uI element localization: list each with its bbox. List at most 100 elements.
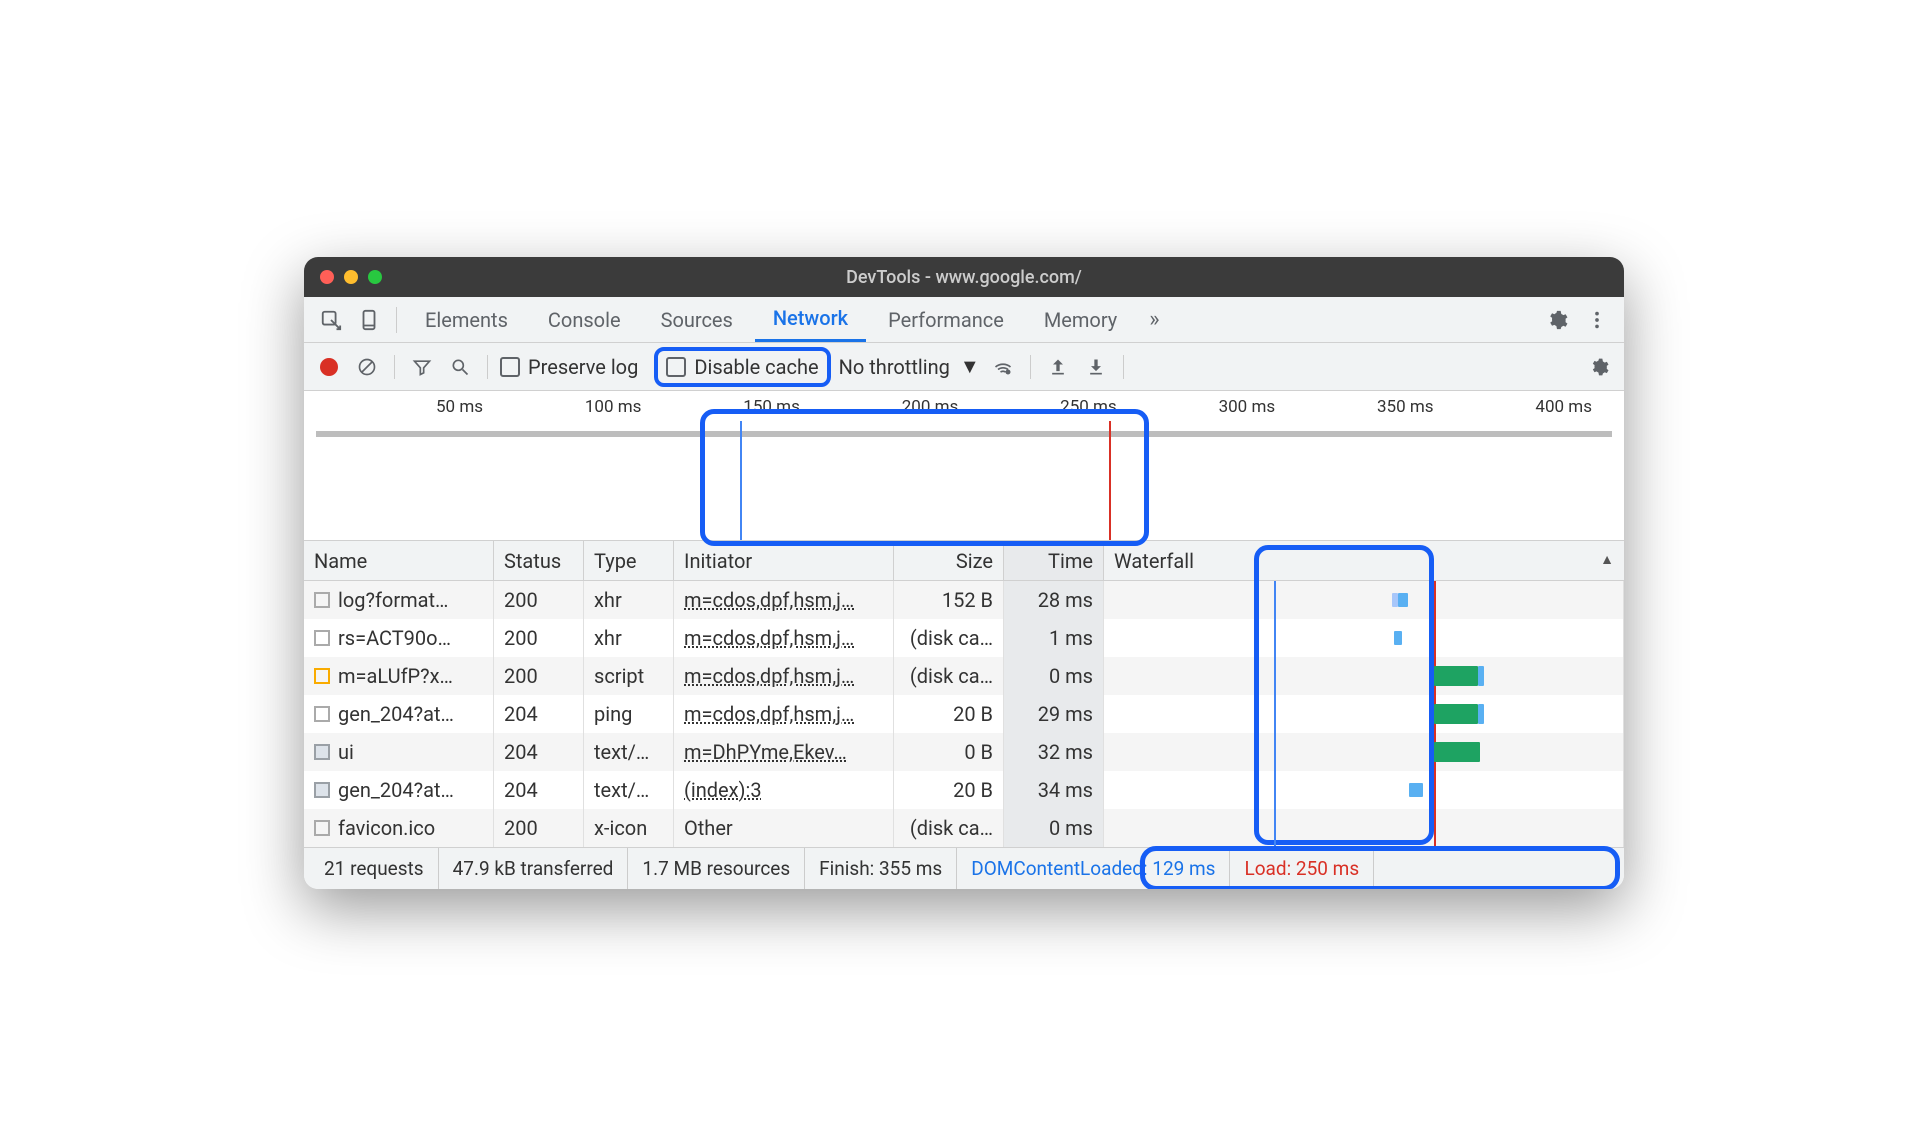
request-type: script xyxy=(584,657,674,695)
request-type: text/… xyxy=(584,771,674,809)
settings-icon[interactable] xyxy=(1540,303,1574,337)
col-size[interactable]: Size xyxy=(894,541,1004,580)
tab-elements[interactable]: Elements xyxy=(407,297,526,342)
window-title: DevTools - www.google.com/ xyxy=(320,267,1608,288)
request-time: 0 ms xyxy=(1004,809,1104,847)
table-row[interactable]: ui 204 text/… m=DhPYme,Ekev… 0 B 32 ms xyxy=(304,733,1624,771)
request-status: 200 xyxy=(494,619,584,657)
kebab-menu-icon[interactable] xyxy=(1580,303,1614,337)
network-toolbar: Preserve log Disable cache No throttling… xyxy=(304,343,1624,391)
request-initiator[interactable]: m=cdos,dpf,hsm,j… xyxy=(684,626,854,650)
tick-label: 250 ms xyxy=(1060,397,1117,417)
request-time: 1 ms xyxy=(1004,619,1104,657)
request-name: ui xyxy=(338,740,354,764)
table-row[interactable]: favicon.ico 200 x-icon Other (disk ca… 0… xyxy=(304,809,1624,847)
request-type: text/… xyxy=(584,733,674,771)
disable-cache-checkbox[interactable]: Disable cache xyxy=(654,347,830,387)
request-status: 200 xyxy=(494,581,584,619)
throttling-select[interactable]: No throttling ▼ xyxy=(839,354,980,379)
waterfall-cell xyxy=(1114,695,1613,733)
request-name: gen_204?at… xyxy=(338,778,454,802)
filter-icon[interactable] xyxy=(407,352,437,382)
col-initiator[interactable]: Initiator xyxy=(674,541,894,580)
minimize-window-button[interactable] xyxy=(344,270,358,284)
load-line xyxy=(1434,581,1436,619)
table-row[interactable]: gen_204?at… 204 ping m=cdos,dpf,hsm,j… 2… xyxy=(304,695,1624,733)
more-tabs-icon[interactable]: » xyxy=(1139,307,1169,332)
checkbox-icon xyxy=(500,357,520,377)
separator xyxy=(1030,355,1031,379)
maximize-window-button[interactable] xyxy=(368,270,382,284)
tab-console[interactable]: Console xyxy=(530,297,639,342)
request-time: 0 ms xyxy=(1004,657,1104,695)
request-size: 20 B xyxy=(894,771,1004,809)
tick-label: 300 ms xyxy=(1219,397,1276,417)
preserve-log-label: Preserve log xyxy=(528,355,638,379)
request-size: 20 B xyxy=(894,695,1004,733)
waterfall-cell xyxy=(1114,809,1613,847)
footer-dcl: DOMContentLoaded: 129 ms xyxy=(957,848,1230,889)
network-conditions-icon[interactable] xyxy=(988,352,1018,382)
tab-sources[interactable]: Sources xyxy=(643,297,751,342)
clear-icon[interactable] xyxy=(352,352,382,382)
download-har-icon[interactable] xyxy=(1081,352,1111,382)
tick-label: 200 ms xyxy=(902,397,959,417)
request-type: xhr xyxy=(584,581,674,619)
table-row[interactable]: m=aLUfP?x… 200 script m=cdos,dpf,hsm,j… … xyxy=(304,657,1624,695)
request-initiator[interactable]: m=DhPYme,Ekev… xyxy=(684,740,847,764)
request-initiator[interactable]: m=cdos,dpf,hsm,j… xyxy=(684,664,854,688)
close-window-button[interactable] xyxy=(320,270,334,284)
col-name[interactable]: Name xyxy=(304,541,494,580)
dcl-marker-line xyxy=(740,421,742,540)
waterfall-label: Waterfall xyxy=(1114,549,1194,573)
request-status: 204 xyxy=(494,733,584,771)
upload-har-icon[interactable] xyxy=(1043,352,1073,382)
traffic-lights xyxy=(320,270,382,284)
request-initiator[interactable]: m=cdos,dpf,hsm,j… xyxy=(684,702,854,726)
request-table-header: Name Status Type Initiator Size Time Wat… xyxy=(304,541,1624,581)
request-size: 152 B xyxy=(894,581,1004,619)
separator xyxy=(396,307,397,333)
table-row[interactable]: log?format… 200 xhr m=cdos,dpf,hsm,j… 15… xyxy=(304,581,1624,619)
preserve-log-checkbox[interactable]: Preserve log xyxy=(500,355,646,379)
separator xyxy=(487,355,488,379)
record-button[interactable] xyxy=(314,352,344,382)
tick-label: 50 ms xyxy=(436,397,483,417)
tabbar: Elements Console Sources Network Perform… xyxy=(304,297,1624,343)
file-icon xyxy=(314,592,330,608)
request-status: 204 xyxy=(494,695,584,733)
request-time: 34 ms xyxy=(1004,771,1104,809)
separator xyxy=(1123,355,1124,379)
request-initiator[interactable]: m=cdos,dpf,hsm,j… xyxy=(684,588,854,612)
inspect-icon[interactable] xyxy=(314,303,348,337)
tab-performance[interactable]: Performance xyxy=(870,297,1022,342)
table-row[interactable]: rs=ACT90o… 200 xhr m=cdos,dpf,hsm,j… (di… xyxy=(304,619,1624,657)
request-name: m=aLUfP?x… xyxy=(338,664,453,688)
network-footer: 21 requests 47.9 kB transferred 1.7 MB r… xyxy=(304,847,1624,889)
titlebar: DevTools - www.google.com/ xyxy=(304,257,1624,297)
tab-network[interactable]: Network xyxy=(755,297,866,342)
waterfall-cell xyxy=(1114,733,1613,771)
device-toggle-icon[interactable] xyxy=(352,303,386,337)
request-initiator[interactable]: (index):3 xyxy=(684,778,762,802)
overview-baseline xyxy=(316,431,1612,437)
request-time: 28 ms xyxy=(1004,581,1104,619)
col-waterfall[interactable]: Waterfall ▲ xyxy=(1104,541,1624,580)
file-icon xyxy=(314,744,330,760)
search-icon[interactable] xyxy=(445,352,475,382)
request-table-body: log?format… 200 xhr m=cdos,dpf,hsm,j… 15… xyxy=(304,581,1624,847)
tab-memory[interactable]: Memory xyxy=(1026,297,1135,342)
request-name: gen_204?at… xyxy=(338,702,454,726)
tick-label: 350 ms xyxy=(1377,397,1434,417)
chevron-down-icon: ▼ xyxy=(960,354,980,379)
request-size: (disk ca… xyxy=(894,809,1004,847)
col-type[interactable]: Type xyxy=(584,541,674,580)
waterfall-cell xyxy=(1114,657,1613,695)
network-settings-icon[interactable] xyxy=(1584,352,1614,382)
col-time[interactable]: Time xyxy=(1004,541,1104,580)
sort-indicator-icon: ▲ xyxy=(1600,551,1614,568)
col-status[interactable]: Status xyxy=(494,541,584,580)
table-row[interactable]: gen_204?at… 204 text/… (index):3 20 B 34… xyxy=(304,771,1624,809)
network-overview[interactable]: 50 ms 100 ms 150 ms 200 ms 250 ms 300 ms… xyxy=(304,391,1624,541)
tick-label: 400 ms xyxy=(1535,397,1592,417)
